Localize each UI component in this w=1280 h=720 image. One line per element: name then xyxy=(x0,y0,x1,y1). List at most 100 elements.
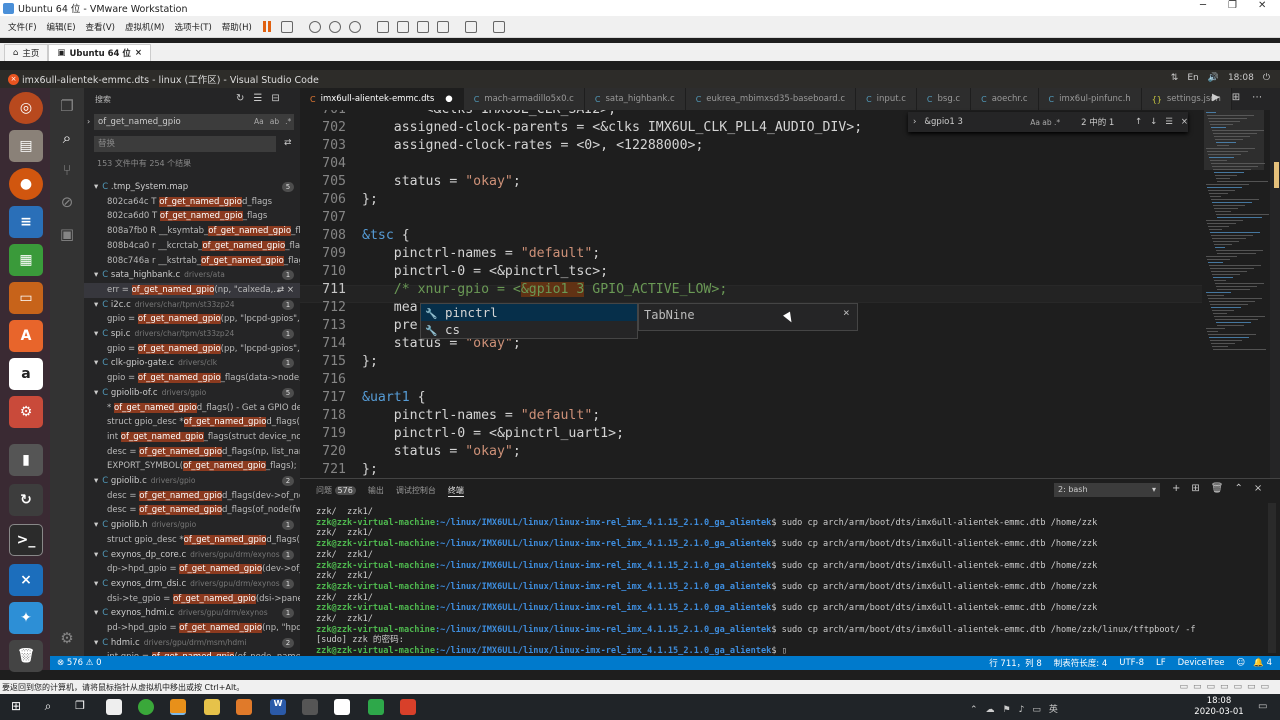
whole-word-icon[interactable]: ab xyxy=(270,117,279,126)
encoding[interactable]: UTF-8 xyxy=(1119,658,1144,668)
problems-status[interactable]: ⊗ 576 ⚠ 0 xyxy=(57,658,101,668)
editor-tab[interactable]: Caoechr.c xyxy=(971,88,1039,110)
tab-problems[interactable]: 问题 576 xyxy=(316,485,356,497)
result-file[interactable]: ▾ C sata_highbank.c drivers/ata 1 xyxy=(84,268,300,283)
result-file[interactable]: ▾ C spi.c drivers/char/tpm/st33zp24 1 xyxy=(84,327,300,342)
cursor-position[interactable]: 行 711，列 8 xyxy=(989,657,1042,669)
snapshot-manager-icon[interactable] xyxy=(348,20,361,33)
menu-view[interactable]: 查看(V) xyxy=(81,21,120,33)
settings-icon[interactable]: ⚙ xyxy=(9,396,43,428)
tab-terminal[interactable]: 终端 xyxy=(447,485,464,497)
match-case-icon[interactable]: Aa xyxy=(254,117,264,126)
editor-tab[interactable]: Cbsg.c xyxy=(916,88,972,110)
impress-icon[interactable]: ▭ xyxy=(9,282,43,314)
input-method-icon[interactable]: En xyxy=(1187,73,1198,83)
fullscreen-icon[interactable] xyxy=(416,20,429,33)
maximize-button[interactable]: ❐ xyxy=(1228,0,1237,11)
debug-icon[interactable]: ⊘ xyxy=(57,192,77,212)
result-match[interactable]: desc = of_get_named_gpiod_flags(dev->of_… xyxy=(84,489,300,504)
dirty-indicator-icon[interactable]: ● xyxy=(445,94,452,104)
run-icon[interactable]: ▶ xyxy=(1212,92,1220,103)
unity-icon[interactable] xyxy=(436,20,449,33)
taskbar-search-icon[interactable]: ⌕ xyxy=(40,699,56,715)
close-panel-icon[interactable]: × xyxy=(1254,483,1262,494)
revert-snapshot-icon[interactable] xyxy=(328,20,341,33)
close-button[interactable]: ✕ xyxy=(1258,0,1266,11)
notifications-icon[interactable]: 🔔 4 xyxy=(1253,658,1272,668)
result-match[interactable]: desc = of_get_named_gpiod_flags(of_node(… xyxy=(84,503,300,518)
result-match[interactable]: 808c746a r __kstrtab_of_get_named_gpio_f… xyxy=(84,254,300,269)
result-match[interactable]: 808a7fb0 R __ksymtab_of_get_named_gpio_f… xyxy=(84,224,300,239)
replace-input[interactable]: 替换 xyxy=(94,136,276,152)
app-icon[interactable] xyxy=(138,699,154,715)
chevron-down-icon[interactable]: ▾ xyxy=(94,388,98,398)
calc-icon[interactable]: ▦ xyxy=(9,244,43,276)
result-match[interactable]: gpio = of_get_named_gpio_flags(data->nod… xyxy=(84,371,300,386)
new-terminal-icon[interactable]: + xyxy=(1172,483,1180,494)
chevron-down-icon[interactable]: ▾ xyxy=(94,329,98,339)
result-match[interactable]: pd->hpd_gpio = of_get_named_gpio(np, "hp… xyxy=(84,621,300,636)
result-match[interactable]: 802ca64c T of_get_named_gpiod_flags xyxy=(84,195,300,210)
replace-all-icon[interactable]: ⇄ xyxy=(284,138,292,148)
device-status-icons[interactable]: ▭▭▭▭▭▭▭ xyxy=(1179,682,1274,692)
editor-tab[interactable]: Ceukrea_mbimxsd35-baseboard.c xyxy=(685,88,857,110)
split-editor-icon[interactable]: ⊞ xyxy=(1232,92,1240,103)
find-expand-icon[interactable]: › xyxy=(913,117,916,127)
chevron-down-icon[interactable]: ▾ xyxy=(94,608,98,618)
minimize-button[interactable]: ─ xyxy=(1200,0,1206,11)
taskbar-clock[interactable]: 18:08 2020-03-01 xyxy=(1194,696,1244,718)
terminal-icon[interactable]: >_ xyxy=(9,524,43,556)
sidebar-toggle-icon[interactable] xyxy=(376,20,389,33)
dash-icon[interactable]: ◎ xyxy=(9,92,43,124)
minimap-slider[interactable] xyxy=(1204,110,1264,170)
result-file[interactable]: ▾ C i2c.c drivers/char/tpm/st33zp24 1 xyxy=(84,298,300,313)
chevron-down-icon[interactable]: ▾ xyxy=(94,270,98,280)
trash-icon[interactable]: 🗑 xyxy=(9,640,43,672)
editor-tab[interactable]: Cimx6ul-pinfunc.h xyxy=(1038,88,1142,110)
maximize-panel-icon[interactable]: ⌃ xyxy=(1234,483,1242,494)
menu-tabs[interactable]: 选项卡(T) xyxy=(169,21,216,33)
result-file[interactable]: ▾ C gpiolib.h drivers/gpio 1 xyxy=(84,518,300,533)
chevron-down-icon[interactable]: ▾ xyxy=(94,520,98,530)
terminal-scrollbar[interactable] xyxy=(1268,503,1276,653)
tab-home[interactable]: ⌂ 主页 xyxy=(4,44,49,61)
terminal-select[interactable]: 2: bash ▾ xyxy=(1054,483,1160,497)
code-editor[interactable]: 701 <&clks IMX6UL_CLK_SAI2>; 702 assigned… xyxy=(300,110,1202,478)
minimap[interactable] xyxy=(1202,110,1280,478)
writer-icon[interactable]: ≡ xyxy=(9,206,43,238)
result-match[interactable]: gpio = of_get_named_gpio(pp, "lpcpd-gpio… xyxy=(84,342,300,357)
result-match[interactable]: 802ca6d0 T of_get_named_gpio_flags xyxy=(84,209,300,224)
chevron-down-icon[interactable]: ▾ xyxy=(94,579,98,589)
vscode-icon[interactable]: ⨯ xyxy=(9,564,43,596)
clear-results-icon[interactable]: ☰ xyxy=(253,93,262,104)
result-match[interactable]: gpio = of_get_named_gpio(pp, "lpcpd-gpio… xyxy=(84,312,300,327)
result-file[interactable]: ▾ C gpiolib.c drivers/gpio 2 xyxy=(84,474,300,489)
chevron-down-icon[interactable]: ▾ xyxy=(94,300,98,310)
updater-icon[interactable]: ↻ xyxy=(9,484,43,516)
vmware-taskbar-icon[interactable] xyxy=(170,699,186,715)
files-icon[interactable]: ▤ xyxy=(9,130,43,162)
clock[interactable]: 18:08 xyxy=(1228,73,1254,83)
result-file[interactable]: ▾ C .tmp_System.map 5 xyxy=(84,180,300,195)
amazon-icon[interactable]: a xyxy=(9,358,43,390)
result-file[interactable]: ▾ C hdmi.c drivers/gpu/drm/msm/hdmi 2 xyxy=(84,636,300,651)
feedback-icon[interactable]: ☺ xyxy=(1236,658,1245,668)
software-center-icon[interactable]: A xyxy=(9,320,43,352)
previous-match-icon[interactable]: ↑ xyxy=(1135,117,1142,127)
split-terminal-icon[interactable]: ⊞ xyxy=(1191,483,1199,494)
chevron-down-icon[interactable]: ▾ xyxy=(94,476,98,486)
send-keys-icon[interactable] xyxy=(280,20,293,33)
volume-icon[interactable]: 🔊 xyxy=(1208,73,1219,83)
find-input[interactable]: &gpio1 3 xyxy=(924,117,1030,127)
app-icon[interactable]: ✦ xyxy=(9,602,43,634)
details-close-icon[interactable]: × xyxy=(843,306,850,319)
window-close-icon[interactable]: × xyxy=(8,73,19,85)
toggle-replace-icon[interactable]: › xyxy=(87,117,90,126)
action-center-icon[interactable]: ▭ xyxy=(1258,701,1267,712)
start-icon[interactable]: ⊞ xyxy=(8,699,24,715)
snapshot-icon[interactable] xyxy=(308,20,321,33)
line-ending[interactable]: LF xyxy=(1156,658,1166,668)
chevron-down-icon[interactable]: ▾ xyxy=(94,182,98,192)
menu-help[interactable]: 帮助(H) xyxy=(217,21,257,33)
collapse-all-icon[interactable]: ⊟ xyxy=(271,93,279,104)
